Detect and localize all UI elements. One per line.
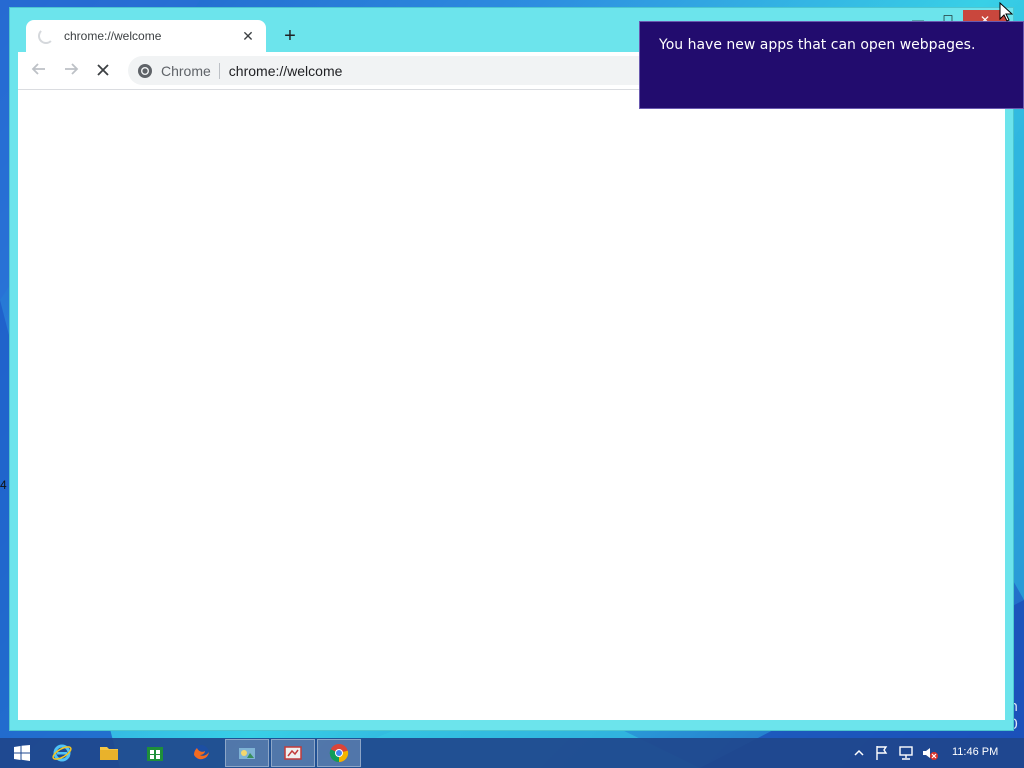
forward-button[interactable]: [58, 58, 84, 84]
omnibox-separator: [218, 62, 220, 79]
chrome-icon: [329, 744, 349, 763]
network-icon[interactable]: [897, 745, 915, 761]
new-tab-button[interactable]: +: [278, 24, 302, 48]
taskbar-store[interactable]: [133, 739, 177, 767]
windows-logo-icon: [14, 745, 30, 761]
notification-text: You have new apps that can open webpages…: [659, 37, 976, 53]
action-center-flag-icon[interactable]: [873, 745, 891, 761]
taskbar-clock[interactable]: 11:46 PM: [952, 746, 998, 758]
loading-spinner-icon: [38, 28, 54, 44]
mouse-cursor-icon: [999, 2, 1013, 22]
taskbar: 11:46 PM: [0, 738, 1024, 768]
taskbar-chrome[interactable]: [317, 739, 361, 767]
forward-arrow-icon: [65, 63, 79, 75]
omnibox-site-label: Chrome: [161, 62, 211, 79]
tab-welcome[interactable]: chrome://welcome ✕: [26, 20, 266, 52]
stop-x-icon: [97, 64, 109, 76]
taskbar-file-explorer[interactable]: [87, 739, 131, 767]
tray-show-hidden-icon[interactable]: [850, 745, 868, 761]
store-icon: [147, 747, 163, 761]
taskbar-app-pinned-2[interactable]: [271, 739, 315, 767]
folder-icon: [100, 747, 118, 760]
stop-button[interactable]: [90, 58, 116, 84]
start-button[interactable]: [0, 739, 44, 767]
omnibox-url[interactable]: chrome://welcome: [229, 63, 343, 79]
app2-icon: [284, 746, 302, 760]
notification-toast[interactable]: You have new apps that can open webpages…: [639, 21, 1024, 109]
taskbar-firefox[interactable]: [179, 739, 223, 767]
desktop-edge-text: 4: [0, 478, 7, 492]
app-icon: [239, 748, 255, 759]
back-button[interactable]: [26, 58, 52, 84]
tab-title: chrome://welcome: [64, 29, 162, 43]
firefox-icon: [193, 745, 209, 761]
taskbar-app-pinned[interactable]: [225, 739, 269, 767]
tab-close-button[interactable]: ✕: [238, 28, 258, 45]
volume-muted-icon[interactable]: [921, 745, 939, 761]
chrome-logo-icon: [138, 63, 152, 78]
chrome-window: — ☐ ✕ chrome://welcome ✕ + Chrome chrome…: [10, 8, 1013, 730]
taskbar-internet-explorer[interactable]: [40, 739, 84, 767]
ie-icon: [52, 744, 72, 762]
back-arrow-icon: [31, 63, 45, 75]
page-content: [18, 90, 1005, 720]
